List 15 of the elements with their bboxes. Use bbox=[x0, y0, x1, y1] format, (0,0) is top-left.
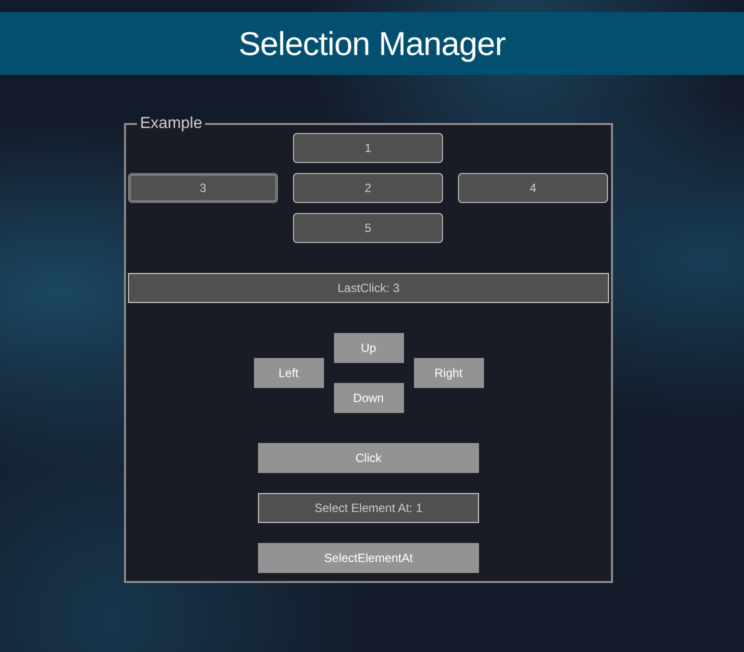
element-button[interactable]: 1 bbox=[293, 133, 443, 163]
direction-button[interactable]: Left bbox=[254, 358, 324, 388]
last-click-display: LastClick: 3 bbox=[128, 273, 609, 303]
element-button[interactable]: 3 bbox=[128, 173, 278, 203]
element-button[interactable]: 5 bbox=[293, 213, 443, 243]
element-button[interactable]: 4 bbox=[458, 173, 608, 203]
select-element-button[interactable]: SelectElementAt bbox=[258, 543, 479, 573]
index-input-field[interactable]: Select Element At: 1 bbox=[258, 493, 479, 523]
direction-button[interactable]: Up bbox=[334, 333, 404, 363]
element-button[interactable]: 2 bbox=[293, 173, 443, 203]
group-legend: Example bbox=[137, 116, 206, 132]
direction-button[interactable]: Right bbox=[414, 358, 484, 388]
click-button[interactable]: Click bbox=[258, 443, 479, 473]
page-title: Selection Manager bbox=[238, 27, 506, 60]
direction-button[interactable]: Down bbox=[334, 383, 404, 413]
